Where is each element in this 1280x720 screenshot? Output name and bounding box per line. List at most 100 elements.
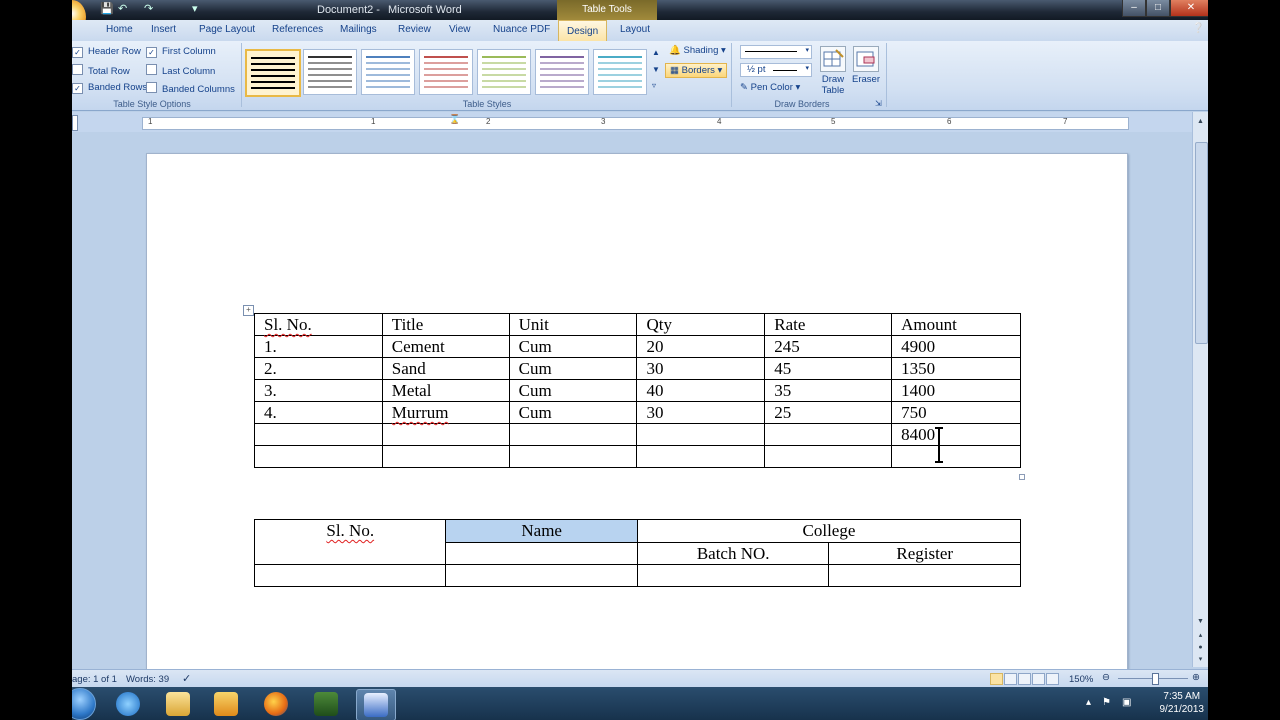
header-cell[interactable]: Title	[381, 313, 510, 336]
tab-insert[interactable]: Insert	[151, 24, 176, 35]
header-cell[interactable]: Unit	[508, 313, 638, 336]
action-center-flag-icon[interactable]: ⚑	[1102, 697, 1111, 708]
table-cell[interactable]	[891, 445, 1021, 468]
taskbar-media-player[interactable]	[207, 689, 245, 719]
gallery-up-icon[interactable]: ▲	[652, 48, 660, 57]
table-cell[interactable]	[445, 541, 638, 565]
table-cell[interactable]	[508, 445, 638, 468]
shading-button[interactable]: 🔔 Shading ▾	[669, 45, 726, 56]
taskbar-camtasia[interactable]	[307, 689, 345, 719]
table-cell[interactable]: 40	[636, 379, 766, 402]
table-cell[interactable]: 245	[764, 335, 893, 358]
header-cell[interactable]: Sl. No.	[253, 519, 447, 565]
select-browse-object-icon[interactable]: ●	[1194, 642, 1207, 654]
table-cell[interactable]: Cum	[508, 335, 638, 358]
tab-mailings[interactable]: Mailings	[340, 24, 377, 35]
table-cell[interactable]: 20	[636, 335, 766, 358]
zoom-slider-thumb[interactable]	[1152, 673, 1159, 685]
table-style-swatch[interactable]	[245, 49, 301, 97]
table-cell[interactable]: Cum	[508, 379, 638, 402]
table-cell[interactable]	[445, 564, 638, 587]
scroll-down-icon[interactable]: ▼	[1194, 616, 1207, 628]
last-column-checkbox[interactable]: Last Column	[146, 64, 215, 77]
header-cell[interactable]: Batch NO.	[636, 541, 830, 565]
eraser-button[interactable]: Eraser	[850, 46, 882, 85]
customize-qat-icon[interactable]: ▾	[192, 2, 198, 15]
undo-icon[interactable]: ↶	[118, 2, 127, 15]
header-cell[interactable]: Register	[828, 541, 1021, 565]
tab-nuance-pdf[interactable]: Nuance PDF	[493, 24, 550, 35]
table-cell[interactable]	[254, 423, 383, 446]
table-style-swatch[interactable]	[419, 49, 473, 95]
taskbar-firefox[interactable]	[257, 689, 295, 719]
header-cell[interactable]: Qty	[636, 313, 766, 336]
start-button[interactable]	[72, 688, 96, 720]
table-cell[interactable]	[254, 445, 383, 468]
minimize-button[interactable]: –	[1122, 0, 1146, 17]
horizontal-ruler[interactable]: 1 1 2 3 4 5 6 7 ⌛	[72, 112, 1208, 132]
header-cell[interactable]: College	[636, 519, 1022, 543]
table-cell[interactable]	[508, 423, 638, 446]
close-button[interactable]: ✕	[1170, 0, 1208, 17]
table-cell[interactable]	[764, 423, 893, 446]
taskbar-word[interactable]	[356, 689, 396, 720]
first-column-checkbox[interactable]: ✓ First Column	[146, 46, 216, 58]
web-layout-icon[interactable]	[1018, 673, 1031, 685]
table-cell[interactable]	[381, 445, 510, 468]
table-cell[interactable]: Murrum	[381, 401, 510, 424]
table-cell[interactable]	[636, 445, 766, 468]
table-cell[interactable]: Cement	[381, 335, 510, 358]
draft-icon[interactable]	[1046, 673, 1059, 685]
save-icon[interactable]: 💾	[100, 2, 114, 15]
word-count[interactable]: Words: 39	[126, 674, 169, 685]
taskbar-internet-explorer[interactable]	[109, 689, 147, 719]
proofing-icon[interactable]: ✓	[182, 672, 191, 685]
zoom-in-icon[interactable]: ⊕	[1192, 672, 1200, 683]
tab-references[interactable]: References	[272, 24, 323, 35]
gallery-more-icon[interactable]: ▿	[652, 81, 656, 90]
outline-icon[interactable]	[1032, 673, 1045, 685]
table-cell[interactable]: 1400	[891, 379, 1021, 402]
page-count[interactable]: age: 1 of 1	[72, 674, 117, 685]
line-weight-dropdown[interactable]: ½ pt ▾	[740, 63, 812, 77]
tab-view[interactable]: View	[449, 24, 471, 35]
table-cell[interactable]: 2.	[254, 357, 383, 380]
header-cell[interactable]: Sl. No.	[254, 313, 383, 336]
table-cell-total[interactable]: 8400	[891, 423, 1021, 446]
table-cell[interactable]: 4.	[254, 401, 383, 424]
table-cell[interactable]: 1.	[254, 335, 383, 358]
help-icon[interactable]: ❔	[1192, 23, 1204, 34]
next-page-icon[interactable]: ▾	[1194, 654, 1207, 666]
materials-table[interactable]: Sl. No. Title Unit Qty Rate Amount 1. Ce…	[254, 313, 1021, 468]
full-screen-reading-icon[interactable]	[1004, 673, 1017, 685]
table-cell[interactable]: Metal	[381, 379, 510, 402]
table-cell[interactable]: 1350	[891, 357, 1021, 380]
network-icon[interactable]: ▣	[1122, 697, 1131, 708]
taskbar-explorer[interactable]	[159, 689, 197, 719]
total-row-checkbox[interactable]: Total Row	[72, 64, 130, 77]
header-cell[interactable]: Amount	[891, 313, 1021, 336]
pen-color-button[interactable]: ✎ Pen Color ▾	[740, 82, 800, 93]
document-page[interactable]: + Sl. No. Title Unit Qty Rate Amount 1. …	[146, 153, 1128, 675]
table-cell[interactable]: 30	[636, 357, 766, 380]
draw-table-button[interactable]: Draw Table	[818, 46, 848, 96]
table-cell[interactable]	[636, 423, 766, 446]
previous-page-icon[interactable]: ▴	[1194, 630, 1207, 642]
system-clock[interactable]: 7:35 AM 9/21/2013	[1160, 690, 1205, 716]
header-cell-selected[interactable]: Name	[445, 519, 638, 543]
college-table[interactable]: Sl. No. Name College Batch NO. Register	[253, 519, 1022, 587]
table-cell[interactable]: 25	[764, 401, 893, 424]
banded-columns-checkbox[interactable]: Banded Columns	[146, 82, 235, 95]
vertical-scrollbar[interactable]: ▲ ▼ ▴ ● ▾	[1192, 112, 1208, 667]
tab-home[interactable]: Home	[106, 24, 133, 35]
maximize-button[interactable]: □	[1146, 0, 1170, 17]
tab-selector-icon[interactable]	[72, 115, 78, 131]
table-resize-handle-icon[interactable]	[1019, 474, 1025, 480]
header-cell[interactable]: Rate	[764, 313, 893, 336]
tab-layout[interactable]: Layout	[620, 24, 650, 35]
table-cell[interactable]: Cum	[508, 401, 638, 424]
line-style-dropdown[interactable]: ▾	[740, 45, 812, 59]
zoom-level[interactable]: 150%	[1069, 674, 1093, 685]
banded-rows-checkbox[interactable]: ✓ Banded Rows	[72, 82, 147, 94]
tab-review[interactable]: Review	[398, 24, 431, 35]
